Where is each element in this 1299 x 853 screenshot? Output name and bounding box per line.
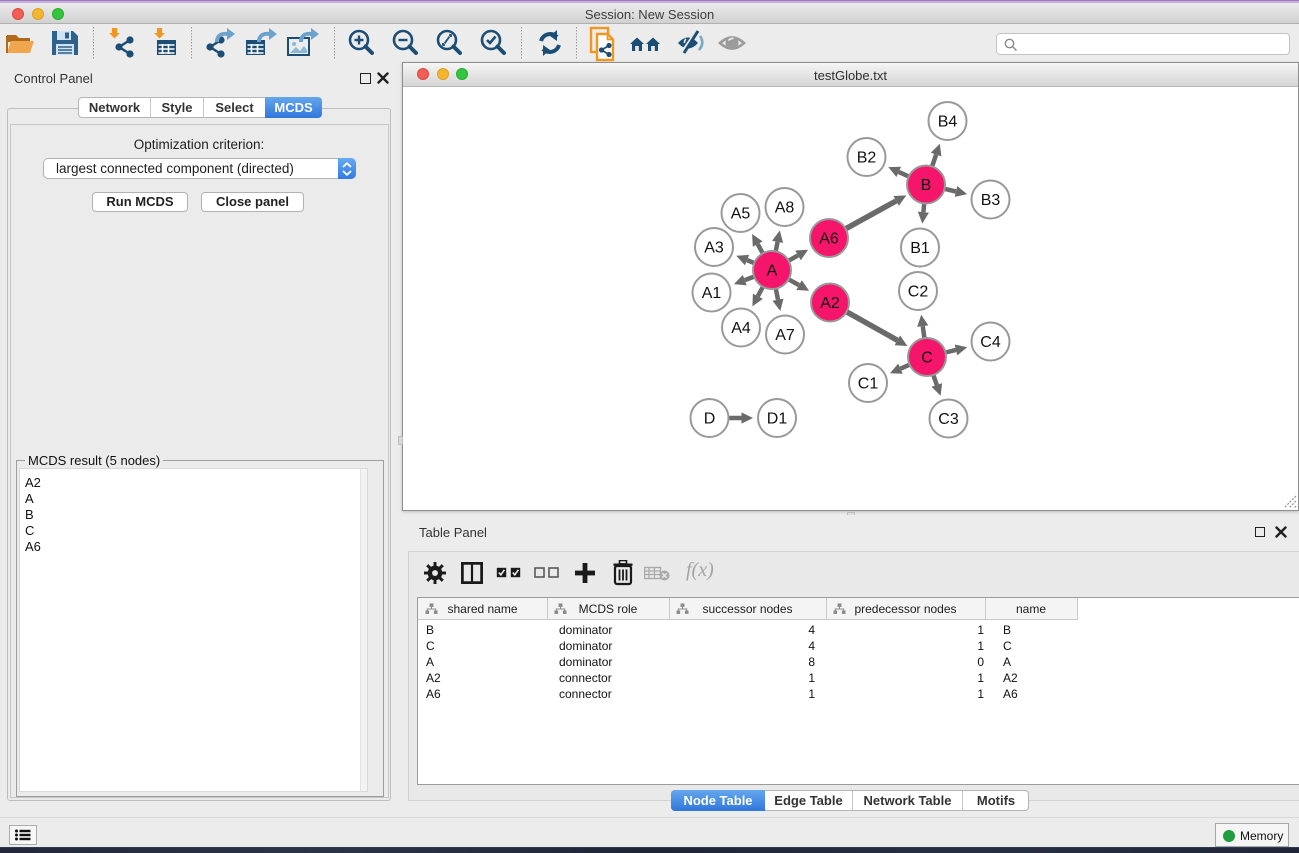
svg-text:A4: A4	[731, 320, 751, 337]
svg-text:C1: C1	[858, 376, 879, 393]
svg-text:C3: C3	[938, 411, 959, 428]
svg-text:C: C	[921, 350, 933, 367]
svg-text:D1: D1	[767, 411, 788, 428]
svg-text:A1: A1	[702, 285, 722, 302]
svg-text:A5: A5	[731, 206, 751, 223]
svg-text:C2: C2	[908, 284, 929, 301]
svg-text:A: A	[767, 263, 778, 280]
svg-text:A2: A2	[820, 295, 840, 312]
svg-text:C4: C4	[980, 334, 1001, 351]
svg-text:A6: A6	[819, 231, 839, 248]
svg-text:B3: B3	[981, 192, 1001, 209]
svg-text:B1: B1	[910, 240, 930, 257]
svg-text:A8: A8	[775, 200, 795, 217]
svg-text:B: B	[921, 177, 932, 194]
svg-text:B2: B2	[857, 150, 877, 167]
svg-text:B4: B4	[938, 114, 958, 131]
svg-text:D: D	[704, 411, 716, 428]
svg-text:A3: A3	[704, 240, 724, 257]
svg-text:A7: A7	[775, 327, 795, 344]
